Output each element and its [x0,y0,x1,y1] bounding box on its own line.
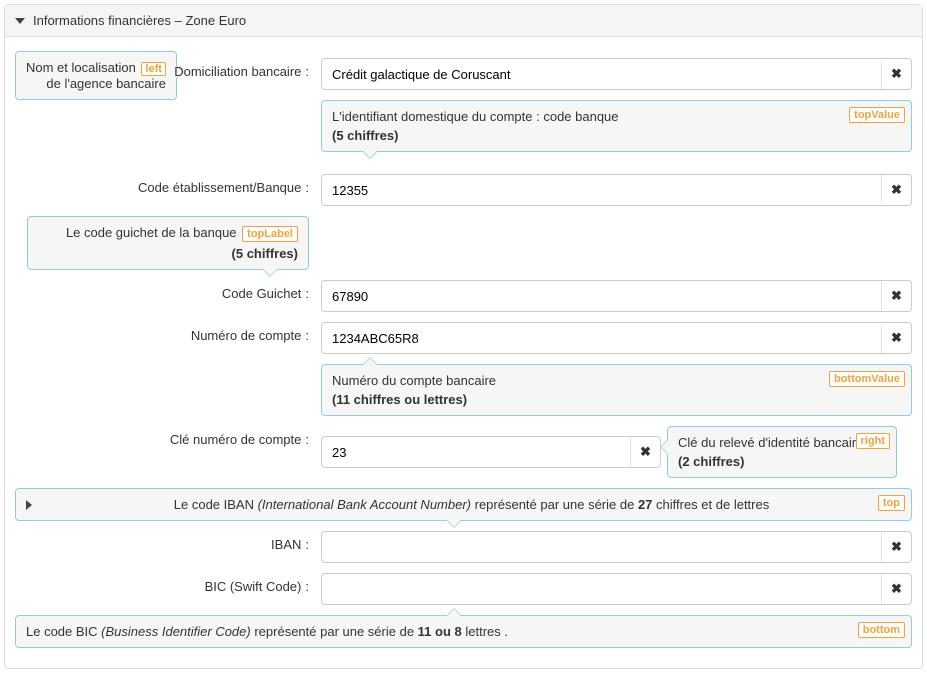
tip-cle-compte-text: Clé du relevé d'identité bancaire [678,435,886,450]
code-banque-input[interactable] [322,175,881,205]
label-code-guichet: Code Guichet [222,286,302,301]
close-icon: ✖ [891,288,902,304]
tip-cle-compte: right Clé du relevé d'identité bancaire … [667,426,897,478]
tip-numero-compte-text: Numéro du compte bancaire [332,373,901,388]
tip-cle-compte-sub: (2 chiffres) [678,454,886,469]
input-wrap-numero-compte: ✖ [321,322,912,354]
clear-code-banque-button[interactable]: ✖ [881,175,911,205]
input-wrap-iban: ✖ [321,531,912,563]
tip-numero-compte-sub: (11 chiffres ou lettres) [332,392,901,407]
close-icon: ✖ [891,66,902,82]
cle-compte-input[interactable] [322,437,630,467]
panel-body: Nom et localisation left de l'agence ban… [5,37,922,668]
close-icon: ✖ [640,444,651,460]
label-cle-compte: Clé numéro de compte [170,432,302,447]
input-wrap-code-guichet: ✖ [321,280,912,312]
close-icon: ✖ [891,581,902,597]
tip-code-guichet: Le code guichet de la banque topLabel (5… [27,216,309,270]
tip-code-banque-sub: (5 chiffres) [332,128,901,143]
close-icon: ✖ [891,330,902,346]
badge-toplabel: topLabel [242,226,298,242]
tip-code-guichet-text: Le code guichet de la banque [66,225,237,240]
financial-info-panel: Informations financières – Zone Euro Nom… [4,4,923,669]
badge-topvalue: topValue [849,107,905,123]
label-bic: BIC (Swift Code) [205,579,302,594]
clear-iban-button[interactable]: ✖ [881,532,911,562]
code-guichet-input[interactable] [322,281,881,311]
tip-numero-compte: bottomValue Numéro du compte bancaire (1… [321,364,912,416]
input-wrap-domiciliation: ✖ [321,58,912,90]
label-code-banque: Code établissement/Banque [138,180,301,195]
tip-bic: Le code BIC (Business Identifier Code) r… [15,615,912,648]
tip-iban-content: Le code IBAN (International Bank Account… [42,497,901,512]
label-domiciliation: Domiciliation bancaire [174,64,301,79]
tip-bic-content: Le code BIC (Business Identifier Code) r… [26,624,508,639]
tip-code-banque-text: L'identifiant domestique du compte : cod… [332,109,901,124]
tip-code-banque: topValue L'identifiant domestique du com… [321,100,912,152]
label-iban: IBAN [271,537,301,552]
numero-compte-input[interactable] [322,323,881,353]
close-icon: ✖ [891,182,902,198]
clear-numero-compte-button[interactable]: ✖ [881,323,911,353]
input-wrap-cle-compte: ✖ [321,436,661,468]
close-icon: ✖ [891,539,902,555]
clear-code-guichet-button[interactable]: ✖ [881,281,911,311]
domiciliation-input[interactable] [322,59,881,89]
clear-bic-button[interactable]: ✖ [881,574,911,604]
panel-header[interactable]: Informations financières – Zone Euro [5,5,922,37]
label-numero-compte: Numéro de compte [191,328,302,343]
iban-input[interactable] [322,532,881,562]
badge-top: top [878,495,905,511]
badge-bottomvalue: bottomValue [829,371,905,387]
clear-cle-compte-button[interactable]: ✖ [630,437,660,467]
panel-title: Informations financières – Zone Euro [33,13,246,28]
tip-iban: Le code IBAN (International Bank Account… [15,488,912,521]
clear-domiciliation-button[interactable]: ✖ [881,59,911,89]
bic-input[interactable] [322,574,881,604]
collapse-toggle-icon [15,18,25,24]
chevron-right-icon [26,500,32,510]
badge-right: right [856,433,890,449]
badge-bottom: bottom [858,622,905,638]
tip-code-guichet-sub: (5 chiffres) [38,246,298,261]
input-wrap-bic: ✖ [321,573,912,605]
input-wrap-code-banque: ✖ [321,174,912,206]
